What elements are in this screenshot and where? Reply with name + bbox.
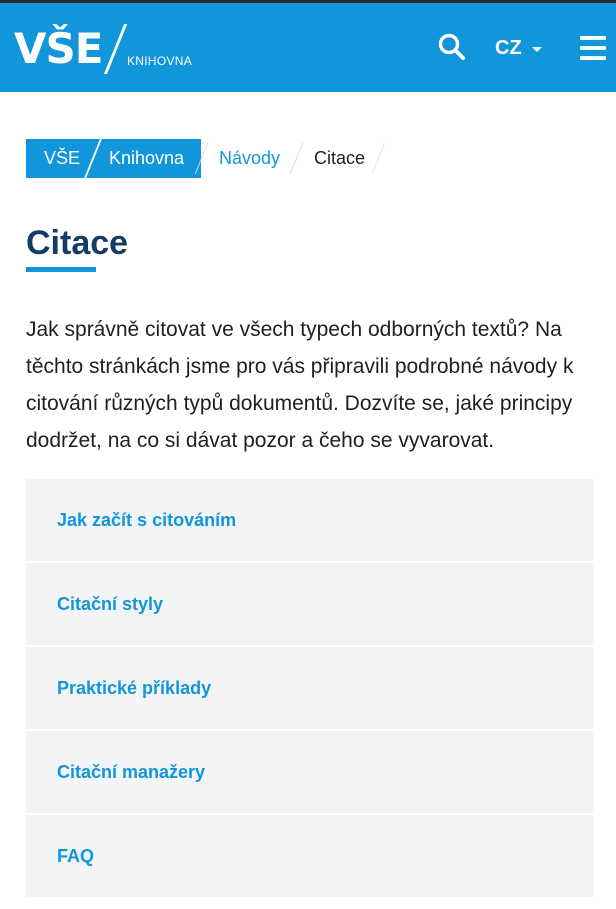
breadcrumb-label: Knihovna (109, 148, 185, 168)
logo-subtitle: KNIHOVNA (127, 54, 193, 68)
logo-slash (104, 24, 128, 74)
hamburger-icon-line (580, 46, 606, 50)
list-item[interactable]: Praktické příklady (26, 647, 594, 729)
list-item[interactable]: Citační manažery (26, 731, 594, 813)
breadcrumb-label: Návody (219, 148, 281, 168)
page-title: Citace (26, 224, 129, 262)
language-switcher[interactable]: CZ (495, 34, 542, 62)
title-underline (26, 267, 96, 272)
list-item[interactable]: FAQ (26, 815, 594, 897)
header-top-border (0, 0, 616, 3)
intro-paragraph: Jak správně citovat ve všech typech odbo… (26, 318, 574, 452)
list-item[interactable]: Citační styly (26, 563, 594, 645)
breadcrumb-separator (371, 143, 386, 174)
breadcrumb-item-navody[interactable]: Návody (194, 139, 296, 178)
breadcrumb-item-current: Citace (289, 139, 386, 178)
list-item-label: FAQ (57, 845, 95, 866)
menu-button[interactable] (580, 36, 606, 60)
breadcrumb-item-knihovna[interactable]: Knihovna (84, 139, 201, 178)
site-header: VŠE KNIHOVNA CZ (0, 0, 616, 92)
chevron-down-icon (531, 46, 542, 52)
list-item-label: Citační styly (57, 593, 164, 614)
list-item-label: Citační manažery (57, 761, 206, 782)
hamburger-icon-line (580, 56, 606, 60)
logo-text: VŠE (14, 24, 103, 73)
hamburger-icon-line (580, 36, 606, 40)
breadcrumb-label: Citace (314, 148, 366, 168)
list-item-label: Praktické příklady (57, 677, 212, 698)
language-label: CZ (495, 36, 522, 59)
list-item-label: Jak začít s citováním (57, 509, 237, 530)
search-icon (438, 33, 465, 60)
vse-logo[interactable]: VŠE KNIHOVNA (14, 24, 192, 74)
breadcrumb: VŠE Knihovna Návody Citace (26, 139, 386, 178)
breadcrumb-label: VŠE (44, 148, 81, 168)
guide-nav-list: Jak začít s citováním Citační styly Prak… (26, 479, 594, 899)
list-item[interactable]: Jak začít s citováním (26, 479, 594, 561)
search-button[interactable] (438, 33, 466, 63)
breadcrumb-item-vse[interactable]: VŠE (26, 139, 93, 178)
